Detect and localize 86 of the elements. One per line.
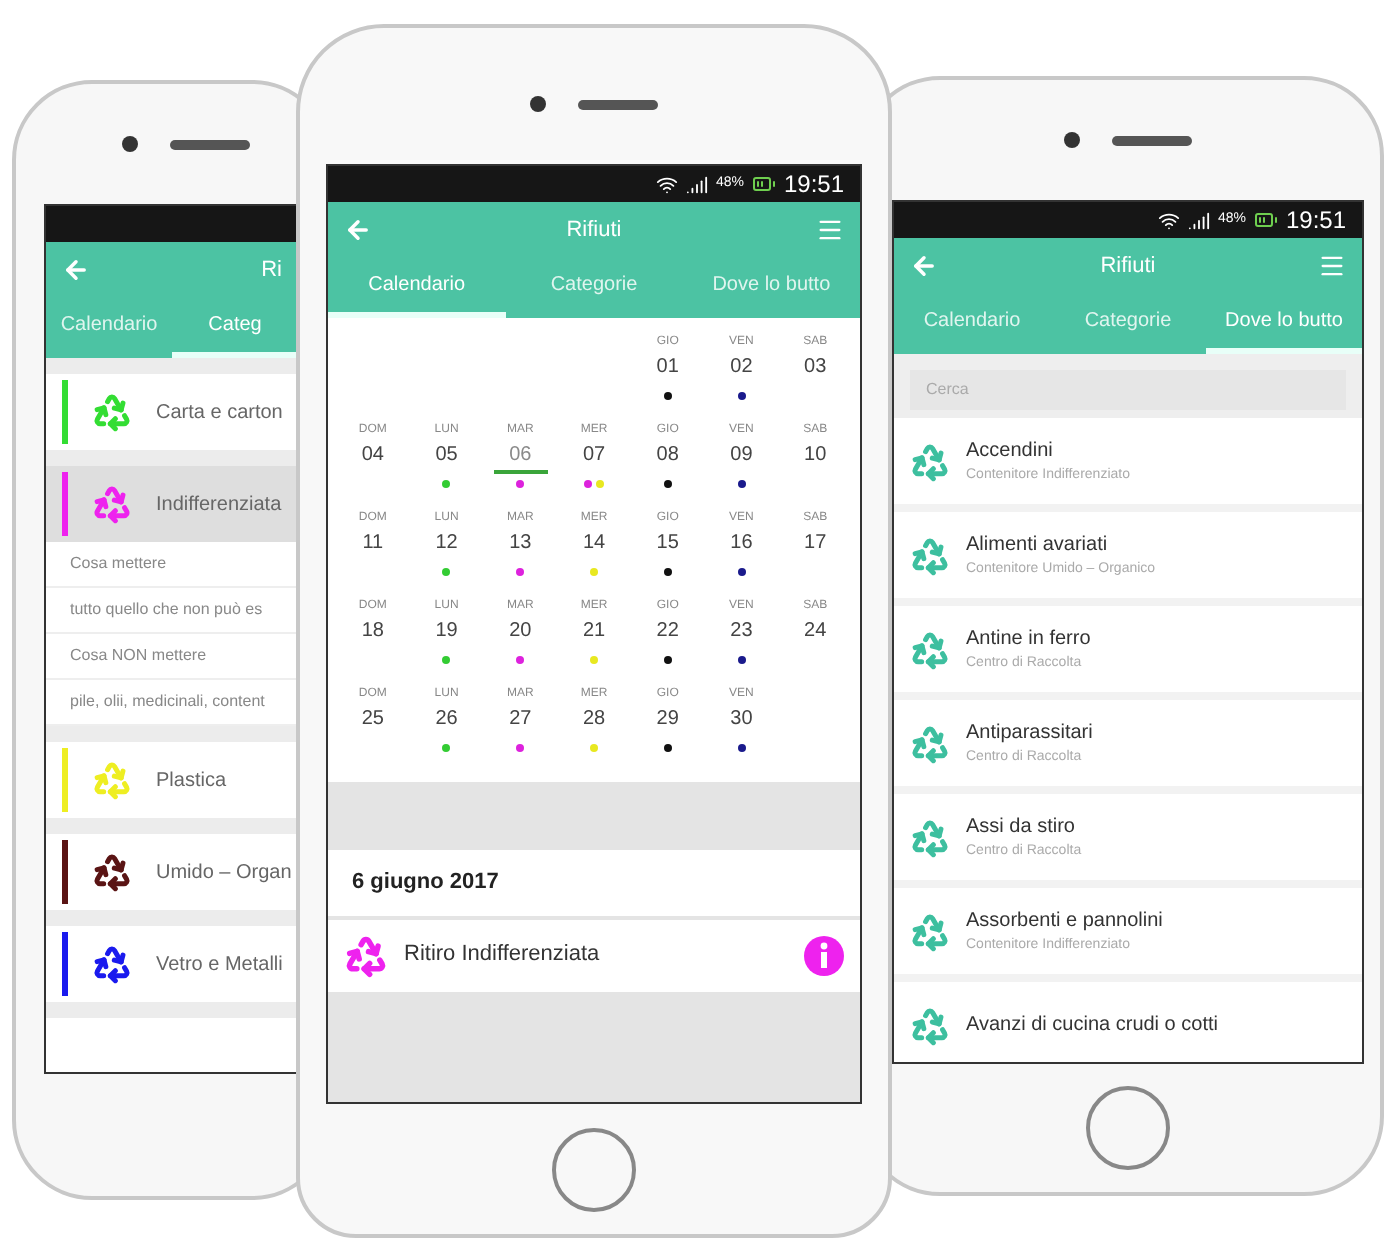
battery-icon: [751, 172, 776, 196]
day-number[interactable]: 25: [345, 704, 400, 738]
speaker-icon: [170, 139, 250, 149]
category-row[interactable]: Carta e carton: [46, 374, 298, 450]
speaker-icon: [1112, 135, 1192, 145]
day-number[interactable]: 14: [566, 528, 622, 562]
battery-icon: [1253, 208, 1278, 232]
day-number[interactable]: 20: [493, 616, 548, 650]
recycle-icon: [910, 723, 950, 763]
recycle-icon: [910, 535, 950, 575]
day-number[interactable]: 11: [346, 528, 400, 562]
day-number[interactable]: 12: [419, 528, 474, 562]
recycle-icon: [92, 484, 132, 524]
search-field[interactable]: Cerca: [910, 369, 1346, 409]
item-name: Accendini: [966, 437, 1055, 466]
day-number[interactable]: 01: [640, 352, 695, 386]
day-number[interactable]: 15: [640, 528, 695, 562]
category-row[interactable]: Indifferenziata: [46, 466, 298, 542]
category-row[interactable]: Umido – Organ: [46, 834, 298, 910]
home-button[interactable]: [552, 1127, 636, 1211]
recycle-icon: [910, 817, 950, 857]
item-name: Antiparassitari: [966, 719, 1093, 748]
event-row[interactable]: Ritiro Indifferenziata: [328, 919, 860, 991]
item-name: Assi da stiro: [966, 813, 1077, 842]
day-number[interactable]: 26: [419, 704, 474, 738]
recycle-icon: [910, 441, 950, 481]
camera-icon: [530, 96, 546, 112]
day-number[interactable]: 27: [493, 704, 548, 738]
day-number[interactable]: 23: [714, 616, 769, 650]
home-button[interactable]: [1086, 1086, 1170, 1170]
day-number[interactable]: 07: [566, 440, 622, 474]
recycle-icon: [910, 629, 950, 669]
item-name: Alimenti avariati: [966, 531, 1110, 560]
day-number[interactable]: 19: [419, 616, 474, 650]
app-title: Ri: [261, 255, 282, 286]
app-title: Rifiuti: [566, 215, 622, 246]
recycle-icon: [910, 1005, 950, 1045]
item-name: Assorbenti e pannolini: [966, 907, 1163, 936]
day-number[interactable]: 13: [493, 528, 548, 562]
day-number[interactable]: 17: [788, 528, 843, 562]
back-icon[interactable]: [344, 216, 372, 244]
item-name: Antine in ferro: [966, 625, 1091, 654]
category-name: Indifferenziata: [156, 491, 282, 519]
wifi-icon: [1157, 209, 1180, 231]
camera-icon: [1064, 132, 1080, 148]
day-number[interactable]: 06: [493, 440, 548, 474]
day-number[interactable]: 28: [566, 704, 622, 738]
camera-icon: [122, 136, 138, 152]
category-name: Umido – Organ: [156, 859, 292, 887]
day-number[interactable]: 29: [640, 704, 695, 738]
day-number[interactable]: 30: [714, 704, 769, 738]
menu-icon[interactable]: [815, 216, 844, 244]
wifi-icon: [655, 173, 678, 195]
day-number[interactable]: 08: [640, 440, 695, 474]
recycle-icon: [92, 392, 132, 432]
day-number[interactable]: 22: [640, 616, 695, 650]
day-number[interactable]: 10: [788, 440, 843, 474]
day-number[interactable]: 04: [345, 440, 400, 474]
speaker-icon: [578, 99, 658, 109]
day-number[interactable]: 18: [345, 616, 400, 650]
day-number[interactable]: 09: [714, 440, 769, 474]
category-row[interactable]: Vetro e Metalli: [46, 926, 298, 1002]
day-number[interactable]: 16: [714, 528, 769, 562]
event-label: Ritiro Indifferenziata: [404, 940, 602, 971]
app-title: Rifiuti: [1100, 251, 1156, 282]
category-name: Plastica: [156, 767, 227, 795]
recycle-icon: [92, 760, 132, 800]
day-number[interactable]: 02: [714, 352, 769, 386]
info-icon[interactable]: [804, 935, 844, 975]
day-number[interactable]: 24: [788, 616, 843, 650]
menu-icon[interactable]: [1317, 252, 1346, 280]
recycle-icon: [910, 911, 950, 951]
recycle-icon: [92, 944, 132, 984]
day-number[interactable]: 05: [419, 440, 474, 474]
recycle-icon: [92, 852, 132, 892]
day-number[interactable]: 21: [566, 616, 622, 650]
selected-date: 6 giugno 2017: [328, 850, 860, 915]
back-icon[interactable]: [910, 252, 938, 280]
category-name: Carta e carton: [156, 399, 283, 427]
back-icon[interactable]: [62, 256, 90, 284]
category-row[interactable]: Plastica: [46, 742, 298, 818]
clock-time: 19:51: [1285, 204, 1346, 238]
day-number[interactable]: 03: [788, 352, 843, 386]
clock-time: 19:51: [783, 168, 844, 202]
category-name: Vetro e Metalli: [156, 951, 283, 979]
item-name: Avanzi di cucina crudi o cotti: [966, 1012, 1218, 1040]
